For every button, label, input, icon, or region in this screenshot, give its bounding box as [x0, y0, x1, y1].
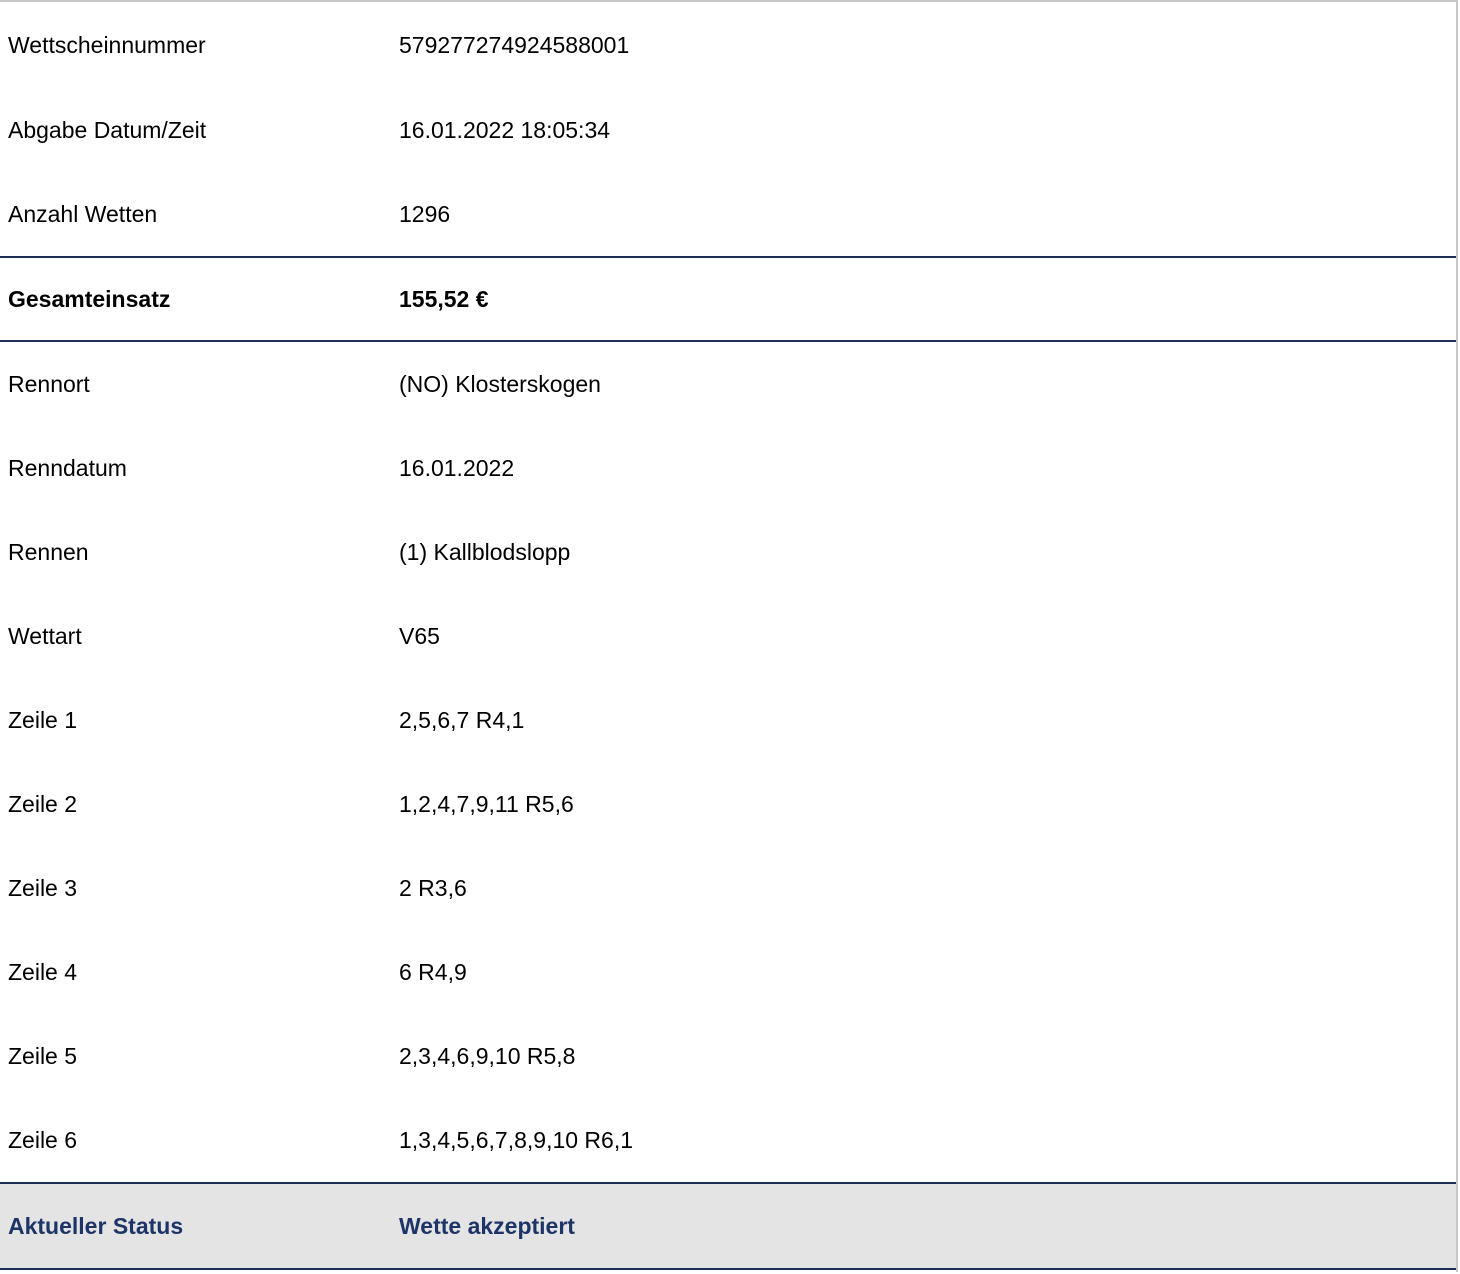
status-label: Aktueller Status	[8, 1212, 184, 1239]
bet-line-row: Zeile 6 1,3,4,5,6,7,8,9,10 R6,1	[0, 1098, 1456, 1182]
bet-line-value: 2 R3,6	[399, 874, 467, 901]
bet-line-value: 1,3,4,5,6,7,8,9,10 R6,1	[399, 1126, 634, 1153]
bet-type-row: Wettart V65	[0, 594, 1456, 678]
bet-line-label: Zeile 2	[8, 790, 78, 817]
race-date-label: Renndatum	[8, 454, 127, 481]
race-label: Rennen	[8, 538, 89, 565]
total-stake-value: 155,52 €	[399, 285, 489, 312]
venue-row: Rennort (NO) Klosterskogen	[0, 342, 1456, 426]
bet-line-row: Zeile 2 1,2,4,7,9,11 R5,6	[0, 762, 1456, 846]
bet-line-row: Zeile 4 6 R4,9	[0, 930, 1456, 1014]
total-stake-label: Gesamteinsatz	[8, 285, 171, 312]
bet-count-row: Anzahl Wetten 1296	[0, 172, 1456, 256]
bet-line-value: 2,3,4,6,9,10 R5,8	[399, 1042, 576, 1069]
bet-line-label: Zeile 3	[8, 874, 78, 901]
race-date-row: Renndatum 16.01.2022	[0, 426, 1456, 510]
race-info-group: Rennort (NO) Klosterskogen Renndatum 16.…	[0, 342, 1456, 1182]
bet-line-label: Zeile 5	[8, 1042, 78, 1069]
race-value: (1) Kallblodslopp	[399, 538, 571, 565]
ticket-number-value: 579277274924588001	[399, 31, 630, 58]
bet-line-row: Zeile 3 2 R3,6	[0, 846, 1456, 930]
bet-line-row: Zeile 5 2,3,4,6,9,10 R5,8	[0, 1014, 1456, 1098]
bet-count-label: Anzahl Wetten	[8, 200, 158, 227]
ticket-info-group: Wettscheinnummer 579277274924588001 Abga…	[0, 2, 1456, 256]
status-row: Aktueller Status Wette akzeptiert	[0, 1182, 1456, 1270]
bet-slip-details: Wettscheinnummer 579277274924588001 Abga…	[0, 0, 1458, 1272]
bet-line-value: 6 R4,9	[399, 958, 467, 985]
status-value: Wette akzeptiert	[399, 1212, 575, 1239]
bet-line-label: Zeile 4	[8, 958, 78, 985]
venue-value: (NO) Klosterskogen	[399, 370, 601, 397]
bet-line-value: 2,5,6,7 R4,1	[399, 706, 525, 733]
bet-line-label: Zeile 1	[8, 706, 78, 733]
race-row: Rennen (1) Kallblodslopp	[0, 510, 1456, 594]
bet-line-row: Zeile 1 2,5,6,7 R4,1	[0, 678, 1456, 762]
submitted-datetime-row: Abgabe Datum/Zeit 16.01.2022 18:05:34	[0, 88, 1456, 172]
race-date-value: 16.01.2022	[399, 454, 515, 481]
bet-type-label: Wettart	[8, 622, 82, 649]
ticket-number-row: Wettscheinnummer 579277274924588001	[0, 2, 1456, 88]
bet-count-value: 1296	[399, 200, 451, 227]
total-stake-row: Gesamteinsatz 155,52 €	[0, 256, 1456, 342]
bet-type-value: V65	[399, 622, 440, 649]
submitted-datetime-label: Abgabe Datum/Zeit	[8, 116, 207, 143]
bet-line-value: 1,2,4,7,9,11 R5,6	[399, 790, 574, 817]
bet-line-label: Zeile 6	[8, 1126, 78, 1153]
submitted-datetime-value: 16.01.2022 18:05:34	[399, 116, 611, 143]
venue-label: Rennort	[8, 370, 90, 397]
ticket-number-label: Wettscheinnummer	[8, 31, 206, 58]
